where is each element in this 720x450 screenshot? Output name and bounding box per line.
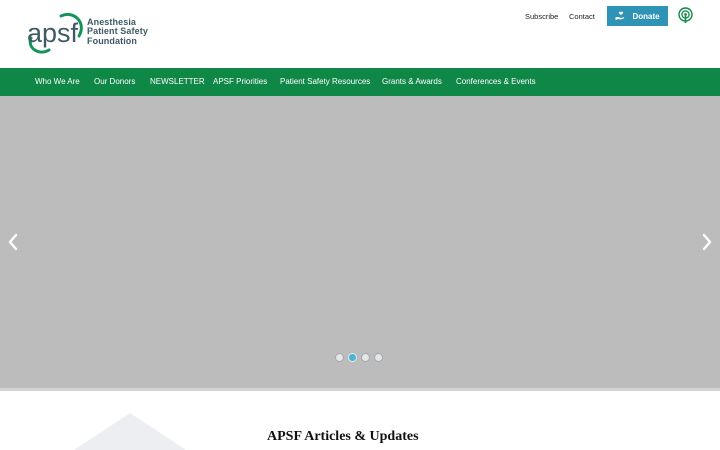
nav-item-our-donors[interactable]: Our Donors	[94, 68, 135, 96]
carousel-dot-3[interactable]	[361, 353, 370, 362]
nav-item-who-we-are[interactable]: Who We Are	[35, 68, 80, 96]
decorative-triangle	[74, 413, 186, 450]
chevron-right-icon[interactable]	[700, 233, 714, 251]
logo-wordmark: Anesthesia Patient Safety Foundation	[87, 17, 148, 47]
carousel-dot-2-active[interactable]	[348, 353, 357, 362]
section-title: APSF Articles & Updates	[267, 429, 419, 444]
chevron-left-icon[interactable]	[6, 233, 20, 251]
donate-button[interactable]: Donate	[607, 6, 668, 26]
contact-link[interactable]: Contact	[569, 12, 595, 21]
carousel-dot-1[interactable]	[335, 353, 344, 362]
logo-mark-graphic: apsf	[27, 13, 83, 54]
articles-section: APSF Articles & Updates	[0, 391, 720, 450]
logo-line-3: Foundation	[87, 35, 137, 46]
nav-item-patient-safety-resources[interactable]: Patient Safety Resources	[280, 68, 370, 96]
hand-heart-icon	[615, 11, 627, 21]
logo-mark: apsf	[27, 12, 85, 54]
podcast-icon[interactable]	[677, 7, 694, 24]
nav-item-conferences-events[interactable]: Conferences & Events	[456, 68, 536, 96]
logo-mark-text: apsf	[27, 18, 79, 48]
donate-label: Donate	[632, 11, 660, 21]
carousel-dot-4[interactable]	[374, 353, 383, 362]
nav-item-grants-awards[interactable]: Grants & Awards	[382, 68, 442, 96]
nav-item-apsf-priorities[interactable]: APSF Priorities	[213, 68, 267, 96]
nav-item-newsletter[interactable]: NEWSLETTER	[150, 68, 205, 96]
main-nav: Who We Are Our Donors NEWSLETTER APSF Pr…	[0, 68, 720, 96]
carousel-dots	[335, 353, 383, 362]
subscribe-link[interactable]: Subscribe	[525, 12, 558, 21]
apsf-logo[interactable]: apsf Anesthesia Patient Safety Foundatio…	[27, 10, 148, 54]
site-header: apsf Anesthesia Patient Safety Foundatio…	[0, 0, 720, 68]
hero-carousel	[0, 96, 720, 388]
